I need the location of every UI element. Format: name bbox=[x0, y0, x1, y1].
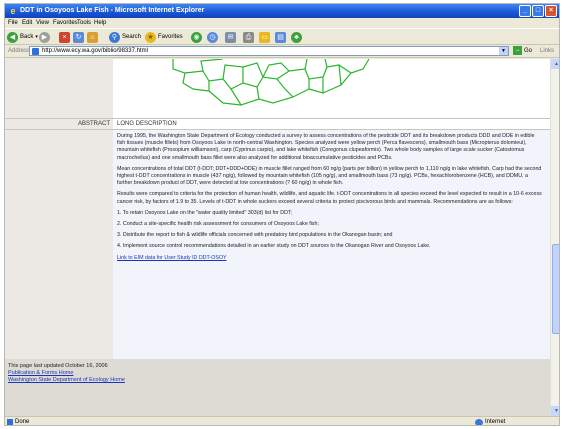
address-dropdown-icon[interactable]: ▼ bbox=[499, 47, 508, 55]
search-button[interactable]: ⚲ Search bbox=[109, 31, 141, 43]
status-bar: Done Internet bbox=[5, 416, 559, 425]
search-label: Search bbox=[122, 34, 142, 40]
status-text: Done bbox=[15, 419, 30, 425]
go-label: Go bbox=[524, 47, 533, 54]
research-icon: ▤ bbox=[275, 31, 286, 43]
go-arrow-icon: → bbox=[513, 46, 522, 55]
history-icon: ◷ bbox=[207, 31, 218, 43]
links-button[interactable]: Links bbox=[540, 48, 554, 54]
favorites-button[interactable]: ★ Favorites bbox=[145, 31, 183, 43]
messenger-button[interactable]: ♣ bbox=[291, 31, 304, 43]
maximize-button[interactable]: □ bbox=[532, 5, 544, 17]
recommendation-2: 2. Conduct a site-specific health risk a… bbox=[117, 221, 319, 228]
publications-home-link[interactable]: Publication & Forms Home bbox=[8, 370, 547, 377]
window-title: DDT in Osoyoos Lake Fish - Microsoft Int… bbox=[20, 7, 205, 14]
back-label: Back bbox=[20, 34, 34, 40]
recommendation-4: 4. Implement source control recommendati… bbox=[117, 243, 431, 250]
history-button[interactable]: ◷ bbox=[207, 31, 220, 43]
menu-bar: File Edit View Favorites Tools Help bbox=[5, 18, 559, 28]
abstract-header-row: ABSTRACT LONG DESCRIPTION bbox=[5, 118, 550, 130]
page-icon bbox=[32, 48, 39, 55]
back-arrow-icon: ◀ bbox=[7, 31, 18, 43]
menu-view[interactable]: View bbox=[36, 20, 49, 26]
last-updated-text: This page last updated October 16, 2006 bbox=[8, 363, 108, 369]
folder-button[interactable]: ▭ bbox=[259, 31, 272, 43]
recommendation-3: 3. Distribute the report to fish & wildl… bbox=[117, 232, 393, 239]
toolbar: ◀ Back ▾ ▶ × ↻ ⌂ ⚲ Search ★ Favorites ◉ … bbox=[5, 28, 559, 45]
print-button[interactable]: ⎙ bbox=[243, 31, 256, 43]
paragraph-2: Mean concentrations of total DDT (t-DDT;… bbox=[117, 165, 542, 187]
menu-help[interactable]: Help bbox=[94, 20, 106, 26]
mail-icon: ✉ bbox=[225, 31, 236, 43]
star-icon: ★ bbox=[145, 31, 156, 43]
minimize-button[interactable]: _ bbox=[519, 5, 531, 17]
menu-favorites[interactable]: Favorites bbox=[53, 20, 78, 26]
mail-button[interactable]: ✉ bbox=[225, 31, 238, 43]
eim-data-link[interactable]: Link to EIM data for User Study ID DDT-O… bbox=[117, 255, 227, 261]
menu-file[interactable]: File bbox=[8, 20, 18, 26]
map-image bbox=[113, 59, 550, 113]
favorites-label: Favorites bbox=[158, 34, 183, 40]
forward-button[interactable]: ▶ bbox=[39, 31, 52, 43]
address-url: http://www.ecy.wa.gov/biblio/98337.html bbox=[42, 48, 148, 54]
address-label: Address bbox=[8, 48, 31, 54]
page-viewport: ABSTRACT LONG DESCRIPTION During 1995, t… bbox=[5, 59, 550, 416]
title-bar: e DDT in Osoyoos Lake Fish - Microsoft I… bbox=[5, 4, 559, 18]
home-button[interactable]: ⌂ bbox=[87, 31, 100, 43]
chevron-down-icon: ▾ bbox=[35, 34, 38, 40]
refresh-icon: ↻ bbox=[73, 31, 84, 43]
media-icon: ◉ bbox=[191, 31, 202, 43]
scroll-up-icon[interactable]: ▲ bbox=[551, 59, 559, 69]
ecology-home-link[interactable]: Washington State Department of Ecology H… bbox=[8, 377, 547, 384]
recommendation-1: 1. To retain Osoyoos Lake on the "water … bbox=[117, 209, 293, 216]
paragraph-1: During 1995, the Washington State Depart… bbox=[117, 133, 535, 161]
scroll-thumb[interactable] bbox=[552, 244, 559, 334]
forward-arrow-icon: ▶ bbox=[39, 31, 50, 43]
search-icon: ⚲ bbox=[109, 31, 120, 43]
abstract-label: ABSTRACT bbox=[77, 121, 110, 127]
menu-tools[interactable]: Tools bbox=[77, 20, 91, 26]
scroll-down-icon[interactable]: ▼ bbox=[551, 406, 559, 416]
address-input[interactable]: http://www.ecy.wa.gov/biblio/98337.html … bbox=[29, 46, 509, 56]
media-button[interactable]: ◉ bbox=[191, 31, 204, 43]
research-button[interactable]: ▤ bbox=[275, 31, 288, 43]
page-footer: This page last updated October 16, 2006 … bbox=[5, 359, 550, 416]
menu-edit[interactable]: Edit bbox=[22, 20, 32, 26]
back-button[interactable]: ◀ Back ▾ bbox=[7, 31, 38, 43]
home-icon: ⌂ bbox=[87, 31, 98, 43]
browser-window: e DDT in Osoyoos Lake Fish - Microsoft I… bbox=[4, 3, 560, 426]
long-description: During 1995, the Washington State Depart… bbox=[113, 130, 550, 359]
ie-logo-icon: e bbox=[10, 6, 16, 16]
stop-icon: × bbox=[59, 31, 70, 43]
internet-zone-icon bbox=[475, 419, 483, 425]
close-button[interactable]: × bbox=[545, 5, 557, 17]
stop-button[interactable]: × bbox=[59, 31, 72, 43]
left-column bbox=[5, 59, 113, 359]
security-zone: Internet bbox=[485, 419, 506, 425]
vertical-scrollbar[interactable]: ▲ ▼ bbox=[550, 59, 559, 416]
long-description-heading: LONG DESCRIPTION bbox=[113, 119, 550, 129]
paragraph-3: Results were compared to criteria for th… bbox=[117, 191, 542, 205]
print-icon: ⎙ bbox=[243, 31, 254, 43]
refresh-button[interactable]: ↻ bbox=[73, 31, 86, 43]
folder-icon: ▭ bbox=[259, 31, 270, 43]
page-status-icon bbox=[7, 419, 13, 425]
go-button[interactable]: → Go bbox=[513, 46, 532, 55]
address-bar: Address http://www.ecy.wa.gov/biblio/983… bbox=[5, 45, 559, 58]
lake-map-graphic bbox=[172, 59, 370, 106]
messenger-icon: ♣ bbox=[291, 31, 302, 43]
